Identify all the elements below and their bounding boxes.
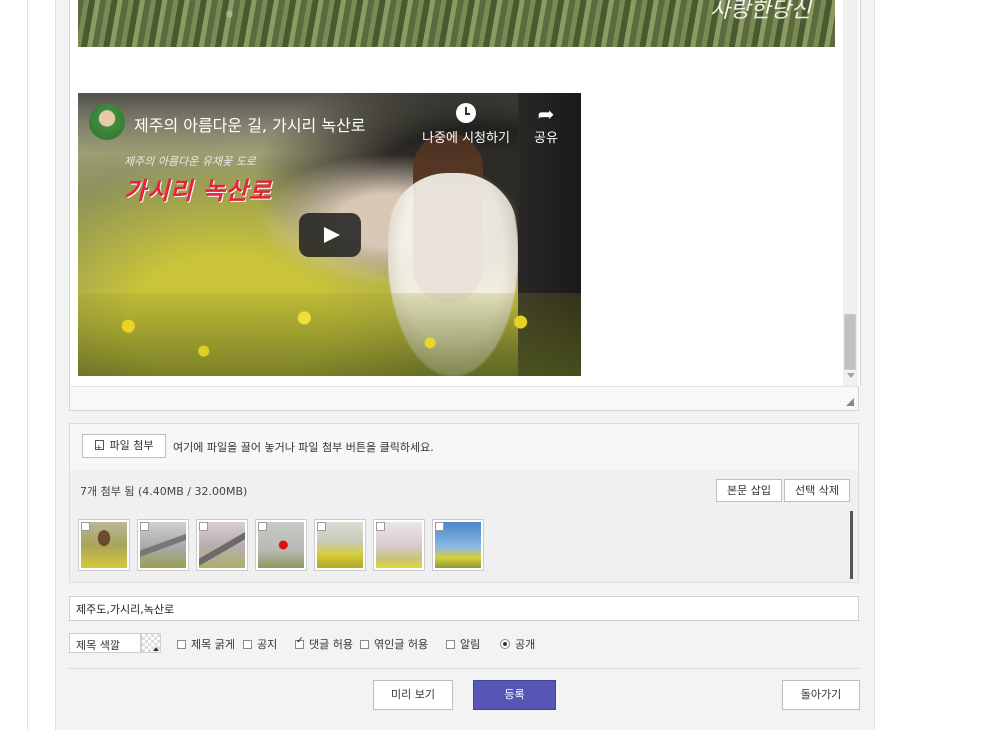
attach-status: 7개 첨부 됨 (4.40MB / 32.00MB) — [80, 485, 248, 498]
notify-checkbox[interactable] — [446, 640, 455, 649]
thumbnail-checkbox[interactable] — [317, 522, 326, 531]
public-radio[interactable] — [500, 639, 510, 649]
file-attach-area[interactable]: 파일 첨부 여기에 파일을 끌어 놓거나 파일 첨부 버튼을 클릭하세요. 7개… — [69, 423, 859, 583]
notice-checkbox[interactable] — [243, 640, 252, 649]
bold-title-option[interactable]: 제목 굵게 — [177, 636, 235, 652]
thumbnail-checkbox[interactable] — [81, 522, 90, 531]
page-left-border — [27, 0, 28, 730]
thumbnail-checkbox[interactable] — [258, 522, 267, 531]
video-scene-flowers — [78, 293, 581, 376]
form-divider — [69, 668, 859, 669]
attached-files-area: 7개 첨부 됨 (4.40MB / 32.00MB) 본문 삽입 선택 삭제 — [70, 470, 858, 582]
submit-button[interactable]: 등록 — [473, 680, 556, 710]
video-title[interactable]: 제주의 아름다운 길, 가시리 녹산로 — [134, 112, 366, 136]
tags-input[interactable] — [69, 596, 859, 621]
post-options: 제목 색깔 제목 굵게 공지 댓글 허용 엮인글 허용 알림 공개 — [69, 631, 859, 655]
allow-trackback-checkbox[interactable] — [360, 640, 369, 649]
watch-later-label: 나중에 시청하기 — [422, 131, 510, 146]
file-add-icon — [94, 437, 104, 459]
allow-comment-checkbox[interactable] — [295, 636, 304, 649]
file-attach-button[interactable]: 파일 첨부 — [82, 434, 166, 459]
scrollbar-thumb[interactable] — [844, 314, 856, 370]
delete-selected-button[interactable]: 선택 삭제 — [784, 479, 850, 502]
attached-thumbnail[interactable] — [78, 519, 130, 571]
thumbnail-checkbox[interactable] — [376, 522, 385, 531]
notice-option[interactable]: 공지 — [243, 636, 277, 652]
play-button[interactable] — [299, 213, 361, 257]
channel-avatar[interactable] — [89, 104, 125, 140]
color-picker-icon[interactable] — [141, 633, 161, 653]
thumbnail-checkbox[interactable] — [140, 522, 149, 531]
editor-scrollbar[interactable] — [843, 0, 858, 386]
attached-thumbnail[interactable] — [314, 519, 366, 571]
share-label: 공유 — [534, 131, 558, 146]
thumbnails-scrollbar[interactable] — [850, 511, 853, 579]
preview-button[interactable]: 미리 보기 — [373, 680, 453, 710]
allow-comment-option[interactable]: 댓글 허용 — [295, 636, 353, 652]
title-color-input[interactable]: 제목 색깔 — [69, 633, 141, 653]
attached-thumbnail[interactable] — [255, 519, 307, 571]
scroll-down-icon[interactable] — [847, 373, 855, 378]
back-button[interactable]: 돌아가기 — [782, 680, 860, 710]
insert-into-body-button[interactable]: 본문 삽입 — [716, 479, 782, 502]
attached-thumbnail[interactable] — [432, 519, 484, 571]
attached-thumbnail[interactable] — [373, 519, 425, 571]
attach-hint: 여기에 파일을 끌어 놓거나 파일 첨부 버튼을 클릭하세요. — [173, 441, 434, 454]
public-label: 공개 — [515, 638, 536, 651]
resize-grip-icon[interactable] — [846, 398, 854, 406]
content-editor[interactable]: 사랑한당신 제주의 아름다운 길, 가시리 녹산로 제주의 아름다운 유채꽃 도… — [69, 0, 861, 386]
watch-later-button[interactable]: 나중에 시청하기 — [420, 103, 512, 146]
thumbnail-checkbox[interactable] — [435, 522, 444, 531]
bold-title-checkbox[interactable] — [177, 640, 186, 649]
allow-comment-label: 댓글 허용 — [309, 638, 353, 651]
video-overlay-title: 가시리 녹산로 — [124, 177, 272, 205]
clock-icon — [456, 103, 476, 123]
bold-title-label: 제목 굵게 — [191, 638, 235, 651]
editor-resize-bar[interactable] — [69, 386, 859, 411]
file-attach-label: 파일 첨부 — [109, 439, 154, 452]
video-overlay-subtitle: 제주의 아름다운 유채꽃 도로 — [124, 155, 256, 168]
notify-label: 알림 — [460, 638, 481, 651]
notify-option[interactable]: 알림 — [446, 636, 480, 652]
attached-thumbnail[interactable] — [137, 519, 189, 571]
thumbnail-checkbox[interactable] — [199, 522, 208, 531]
notice-label: 공지 — [257, 638, 278, 651]
share-arrow-icon: ➦ — [537, 102, 555, 126]
content-image-canola: 사랑한당신 — [78, 0, 835, 47]
share-button[interactable]: ➦ 공유 — [526, 103, 566, 146]
allow-trackback-option[interactable]: 엮인글 허용 — [360, 636, 428, 652]
allow-trackback-label: 엮인글 허용 — [374, 638, 429, 651]
attached-thumbnail[interactable] — [196, 519, 248, 571]
public-option[interactable]: 공개 — [500, 636, 535, 652]
image-signature: 사랑한당신 — [709, 0, 811, 23]
youtube-embed[interactable]: 제주의 아름다운 길, 가시리 녹산로 제주의 아름다운 유채꽃 도로 가시리 … — [78, 93, 581, 376]
